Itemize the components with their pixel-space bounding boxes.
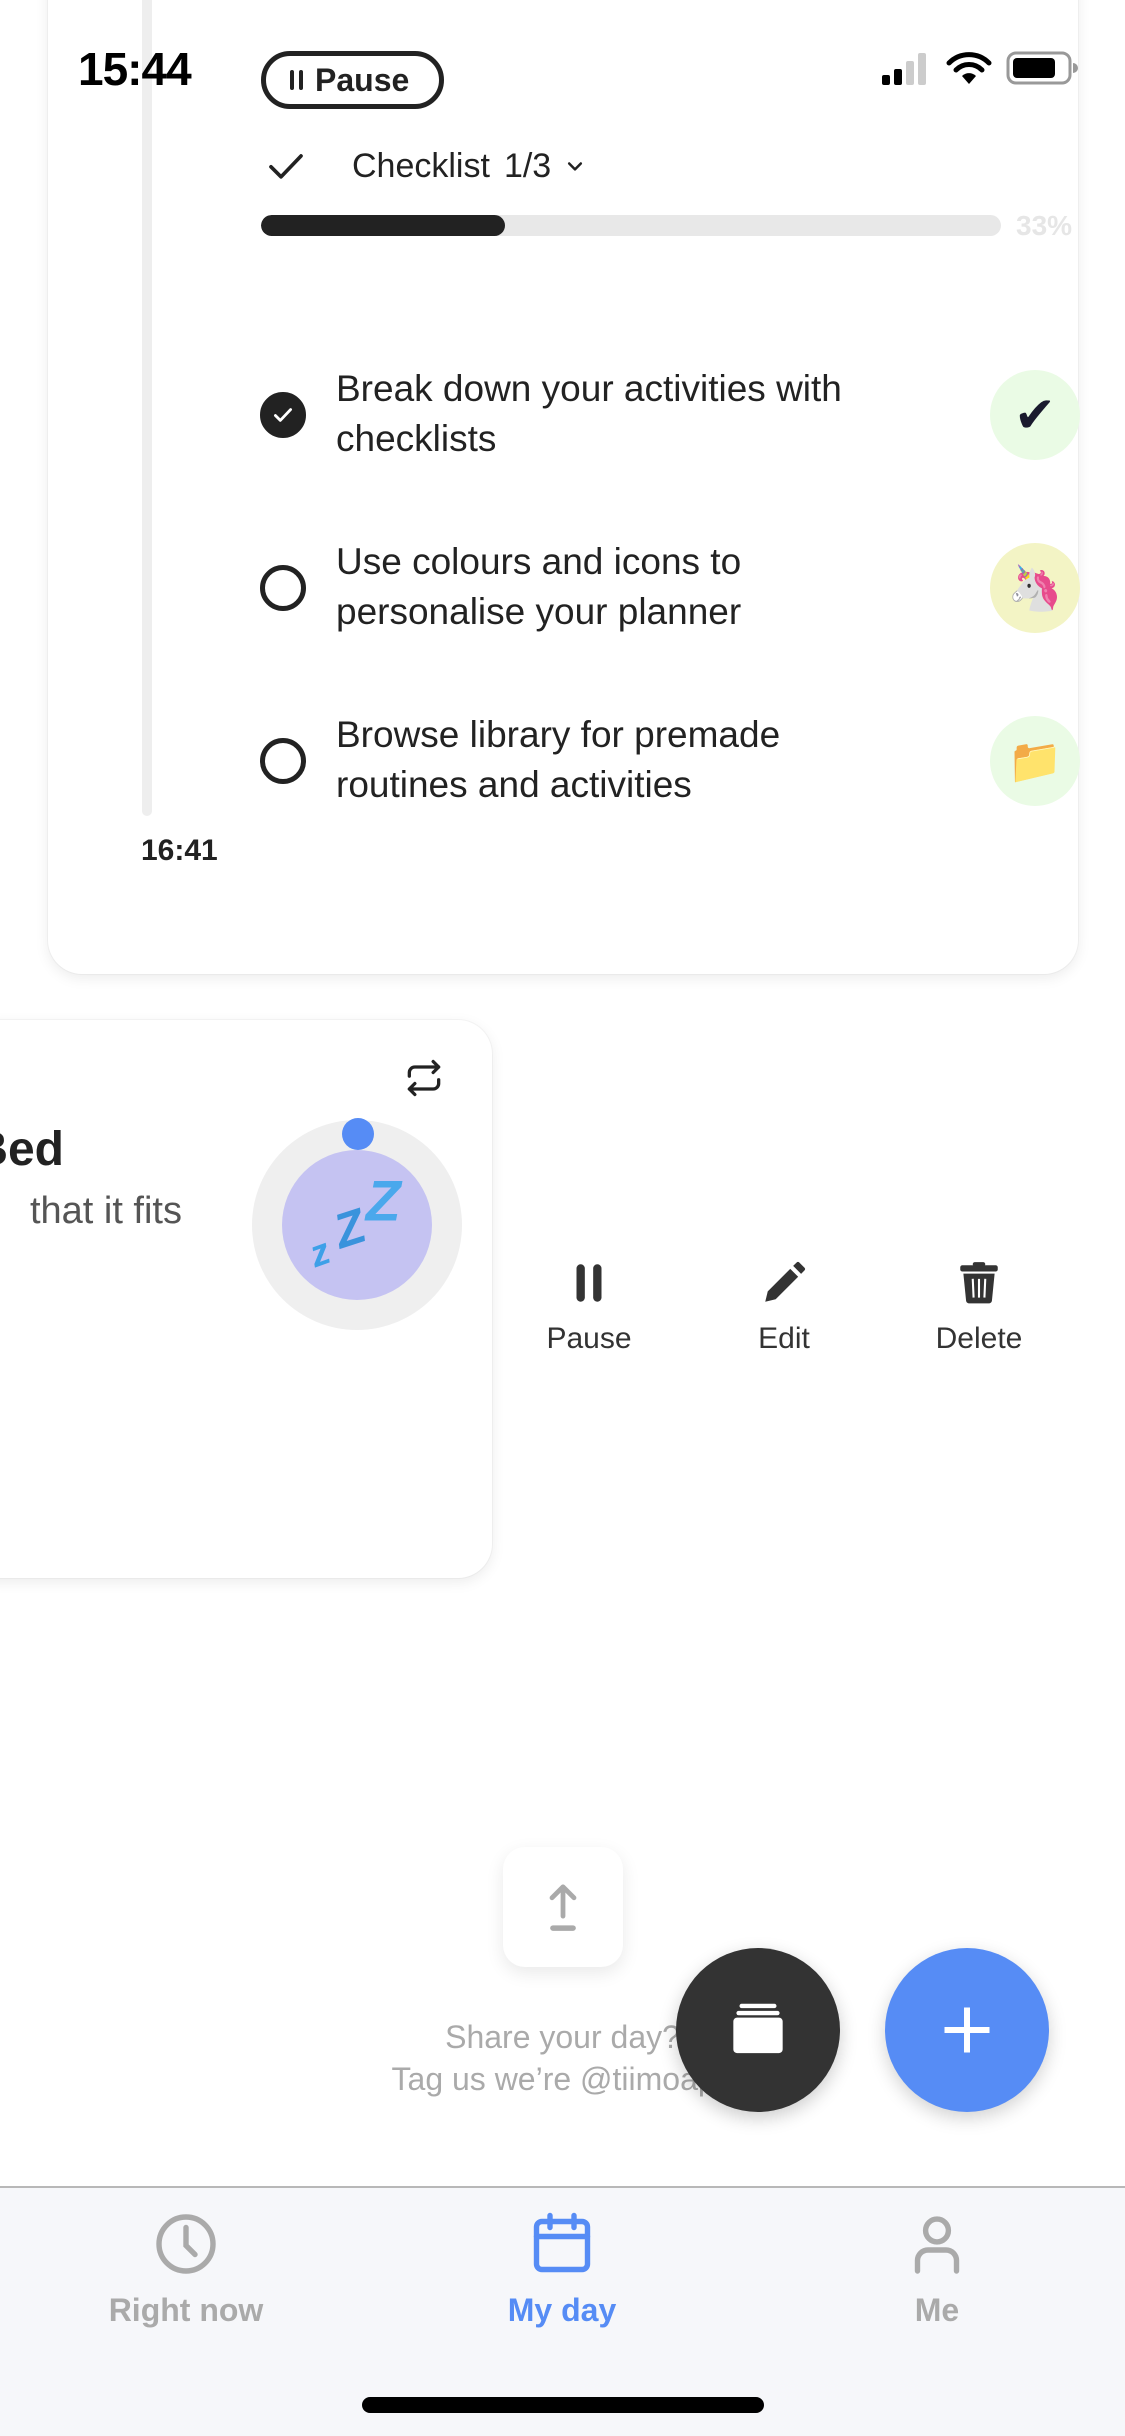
- chevron-down-icon: [568, 162, 583, 171]
- checklist-item[interactable]: Use colours and icons to personalise you…: [260, 533, 1080, 643]
- activity-subtitle: that it fits: [29, 1190, 182, 1232]
- checklist-count: 1/3: [503, 146, 552, 185]
- clock-icon: [156, 2214, 216, 2274]
- tab-me[interactable]: Me: [812, 2208, 1062, 2329]
- folder-icon: 📁: [990, 716, 1080, 806]
- status-time: 15:44: [78, 43, 192, 95]
- tab-right-now[interactable]: Right now: [61, 2208, 311, 2329]
- timeline-bar: [142, 0, 152, 816]
- share-button[interactable]: [503, 1847, 623, 1967]
- pause-button-label: Pause: [315, 61, 410, 98]
- check-icon: [274, 408, 292, 422]
- swipe-pause-button[interactable]: Pause: [519, 1258, 659, 1356]
- checklist-item-label: Browse library for premade routines and …: [336, 714, 781, 805]
- upload-icon: [549, 1884, 577, 1931]
- checklist-item[interactable]: Browse library for premade routines and …: [260, 706, 1080, 816]
- svg-text:z: z: [303, 1229, 336, 1275]
- swipe-edit-label: Edit: [758, 1322, 810, 1355]
- activity-end-time: 16:41: [141, 834, 218, 867]
- activity-description: together these steps to get you started.: [262, 0, 882, 10]
- swipe-delete-label: Delete: [935, 1322, 1023, 1355]
- activity-icon-ring: z Z Z: [252, 1118, 462, 1330]
- checklist-item-label: Break down your activities with checklis…: [336, 368, 842, 459]
- calendar-icon: [533, 2212, 591, 2273]
- svg-text:Z: Z: [364, 1170, 403, 1234]
- progress-dot: [342, 1118, 374, 1150]
- wifi-icon: [946, 52, 992, 84]
- trash-icon: [960, 1262, 998, 1304]
- checklist-toggle[interactable]: Checklist 1/3: [266, 146, 585, 186]
- tab-label: My day: [507, 2292, 617, 2328]
- checkbox-unchecked[interactable]: [260, 738, 306, 784]
- battery-icon: [1006, 51, 1078, 85]
- add-activity-button[interactable]: [885, 1948, 1049, 2112]
- next-activity-card[interactable]: Bed that it fits z Z Z: [0, 1020, 492, 1578]
- home-indicator[interactable]: [362, 2397, 764, 2413]
- unicorn-icon: 🦄: [990, 543, 1080, 633]
- swipe-edit-button[interactable]: Edit: [714, 1258, 854, 1356]
- activity-title: Bed: [0, 1123, 64, 1176]
- tab-label: Me: [914, 2292, 960, 2328]
- checkbox-checked[interactable]: [260, 392, 306, 438]
- checklist-item-label: Use colours and icons to personalise you…: [336, 541, 742, 632]
- person-icon: [914, 2216, 960, 2274]
- status-icons: [880, 50, 1078, 86]
- current-activity-card[interactable]: together these steps to get you started.…: [48, 0, 1080, 974]
- check-mark-icon: ✔: [990, 370, 1080, 460]
- tab-my-day[interactable]: My day: [437, 2208, 687, 2329]
- pause-button[interactable]: Pause: [261, 51, 445, 109]
- pencil-icon: [765, 1261, 806, 1302]
- pause-icon: [290, 70, 303, 90]
- checkbox-unchecked[interactable]: [260, 565, 306, 611]
- plus-icon: [944, 2007, 990, 2053]
- checklist-progress-bar: [261, 215, 1001, 236]
- tab-label: Right now: [108, 2292, 264, 2328]
- library-icon: [733, 2003, 783, 2054]
- pause-icon: [576, 1264, 602, 1302]
- swipe-pause-label: Pause: [546, 1322, 632, 1355]
- library-button[interactable]: [676, 1948, 840, 2112]
- checklist-progress-fill: [261, 215, 506, 236]
- signal-icon: [882, 53, 926, 85]
- repeat-icon: [407, 1059, 441, 1097]
- check-icon: [269, 154, 303, 179]
- checklist-progress-label: 33%: [1016, 210, 1073, 241]
- checklist-label: Checklist: [352, 146, 490, 185]
- checklist-item[interactable]: Break down your activities with checklis…: [260, 360, 1080, 470]
- swipe-delete-button[interactable]: Delete: [909, 1258, 1049, 1356]
- zzz-icon: z Z Z: [282, 1150, 432, 1300]
